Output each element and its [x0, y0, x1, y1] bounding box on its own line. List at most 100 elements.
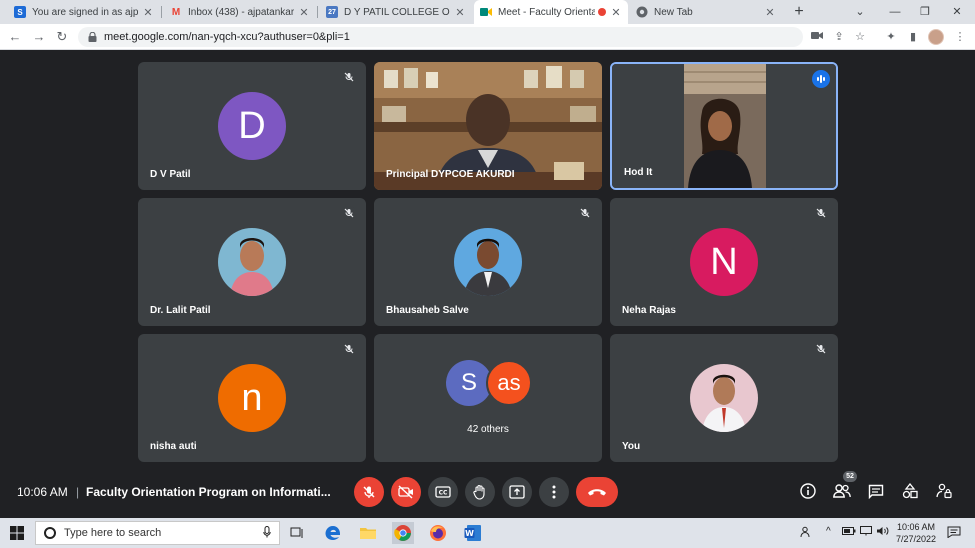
present-screen-button[interactable]: [502, 477, 532, 507]
task-view-icon[interactable]: [286, 522, 308, 544]
recording-icon: [598, 8, 606, 16]
participant-tile-speaking[interactable]: Hod It: [610, 62, 838, 190]
others-tile[interactable]: S as 42 others: [374, 334, 602, 462]
camera-indicator-icon[interactable]: [810, 30, 824, 44]
present-icon: [509, 485, 525, 499]
tab-label: Inbox (438) - ajpatankar@dy: [188, 6, 294, 18]
participant-tile[interactable]: Bhausaheb Salve: [374, 198, 602, 326]
mic-off-icon: [578, 206, 592, 220]
camera-toggle-button[interactable]: [391, 477, 421, 507]
tab-college[interactable]: 27 D Y PATIL COLLEGE OF ENGIN ✕: [320, 0, 472, 24]
participant-name: Neha Rajas: [622, 305, 676, 316]
avatar: D: [218, 92, 286, 160]
mic-off-icon: [342, 206, 356, 220]
profile-avatar[interactable]: [928, 29, 944, 45]
tab-search-icon[interactable]: ⌄: [851, 3, 869, 21]
restore-icon[interactable]: ❐: [916, 3, 934, 21]
side-panel-icon[interactable]: ▮: [906, 30, 920, 44]
close-window-icon[interactable]: ✕: [948, 3, 966, 21]
mic-toggle-button[interactable]: [354, 477, 384, 507]
tab-inbox[interactable]: M Inbox (438) - ajpatankar@dy ✕: [164, 0, 316, 24]
mic-icon[interactable]: [263, 525, 271, 541]
tab-label: D Y PATIL COLLEGE OF ENGIN: [344, 6, 450, 18]
more-options-button[interactable]: [539, 477, 569, 507]
captions-icon: CC: [435, 486, 451, 498]
lock-person-icon: [936, 483, 952, 499]
network-icon[interactable]: [860, 526, 872, 539]
firefox-icon[interactable]: [427, 522, 449, 544]
host-controls-button[interactable]: [934, 481, 954, 501]
participant-name: Principal DYPCOE AKURDI: [386, 169, 515, 180]
gmail-icon: M: [171, 6, 181, 18]
close-tab-icon[interactable]: ✕: [298, 6, 310, 19]
back-icon[interactable]: ←: [6, 28, 24, 46]
notifications-icon[interactable]: [947, 526, 961, 541]
reload-icon[interactable]: ↻: [53, 28, 71, 46]
meeting-details-button[interactable]: [798, 481, 818, 501]
hang-up-icon: [588, 489, 606, 496]
battery-icon[interactable]: [842, 526, 856, 539]
others-count: 42 others: [467, 424, 509, 435]
tab-new-tab[interactable]: New Tab ✕: [630, 0, 782, 24]
chat-button[interactable]: [866, 481, 886, 501]
avatar: as: [486, 360, 532, 406]
show-hidden-icons-icon[interactable]: ^: [826, 526, 831, 537]
windows-start-icon[interactable]: [10, 526, 24, 540]
activities-icon: [902, 483, 918, 499]
volume-icon[interactable]: [876, 526, 890, 539]
participant-name: nisha auti: [150, 441, 197, 452]
people-tray-icon[interactable]: [800, 526, 812, 541]
calendar-icon: 27: [326, 6, 338, 18]
bookmark-star-icon[interactable]: ☆: [853, 30, 867, 44]
clock-date: 7/27/2022: [895, 534, 937, 544]
close-tab-icon[interactable]: ✕: [142, 6, 154, 19]
word-icon[interactable]: W: [462, 522, 484, 544]
leave-call-button[interactable]: [576, 477, 618, 507]
tab-divider: [317, 6, 318, 18]
avatar: [690, 364, 758, 432]
avatar: N: [690, 228, 758, 296]
more-vert-icon: [552, 485, 556, 499]
url-text: meet.google.com/nan-yqch-xcu?authuser=0&…: [104, 31, 350, 43]
people-button[interactable]: [832, 481, 852, 501]
participant-tile-video[interactable]: Principal DYPCOE AKURDI: [374, 62, 602, 190]
search-placeholder: Type here to search: [64, 527, 162, 539]
file-explorer-icon[interactable]: [357, 522, 379, 544]
tab-signed-in[interactable]: S You are signed in as ajpatank ✕: [8, 0, 160, 24]
meeting-clock: 10:06 AM: [17, 485, 68, 499]
participant-name: Bhausaheb Salve: [386, 305, 469, 316]
avatar: [218, 228, 286, 296]
taskbar-search-input[interactable]: Type here to search: [35, 521, 280, 545]
speaking-indicator-icon: [812, 70, 830, 88]
meet-icon: [480, 6, 492, 18]
tab-label: You are signed in as ajpatank: [32, 6, 138, 18]
meeting-title: Faculty Orientation Program on Informati…: [86, 485, 331, 499]
mic-off-icon: [363, 486, 375, 498]
address-bar[interactable]: meet.google.com/nan-yqch-xcu?authuser=0&…: [78, 27, 803, 47]
participant-tile[interactable]: D D V Patil: [138, 62, 366, 190]
participant-tile-self[interactable]: You: [610, 334, 838, 462]
tab-meet[interactable]: Meet - Faculty Orientatio ✕: [474, 0, 628, 24]
close-tab-icon[interactable]: ✕: [610, 6, 622, 19]
chrome-menu-icon[interactable]: ⋮: [953, 30, 967, 44]
mic-off-icon: [814, 342, 828, 356]
participant-tile[interactable]: n nisha auti: [138, 334, 366, 462]
share-icon[interactable]: ⇪: [832, 30, 846, 44]
edge-icon[interactable]: [322, 522, 344, 544]
extensions-icon[interactable]: ✦: [884, 30, 898, 44]
chrome-taskbar-icon[interactable]: [392, 522, 414, 544]
close-tab-icon[interactable]: ✕: [764, 6, 776, 19]
participant-tile[interactable]: Dr. Lalit Patil: [138, 198, 366, 326]
system-clock[interactable]: 10:06 AM 7/27/2022: [894, 521, 938, 545]
participant-name: D V Patil: [150, 169, 191, 180]
minimize-icon[interactable]: —: [886, 3, 904, 21]
participant-name: Dr. Lalit Patil: [150, 305, 211, 316]
raise-hand-button[interactable]: [465, 477, 495, 507]
captions-button[interactable]: CC: [428, 477, 458, 507]
close-tab-icon[interactable]: ✕: [454, 6, 466, 19]
avatar: [454, 228, 522, 296]
new-tab-button[interactable]: +: [790, 3, 808, 21]
forward-icon[interactable]: →: [30, 28, 48, 46]
activities-button[interactable]: [900, 481, 920, 501]
participant-tile[interactable]: N Neha Rajas: [610, 198, 838, 326]
